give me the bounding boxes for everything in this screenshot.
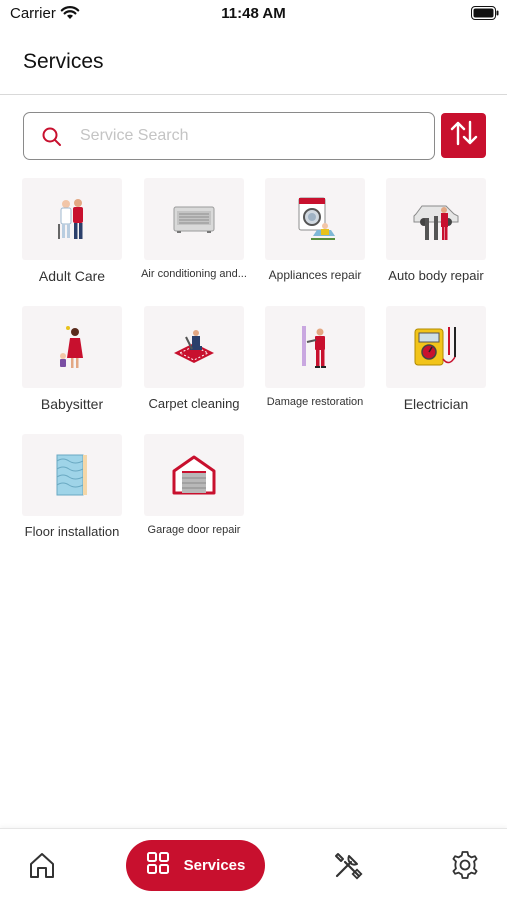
- service-tile-babysitter[interactable]: Babysitter: [22, 306, 122, 412]
- status-bar: Carrier 11:48 AM: [0, 0, 507, 30]
- car-repair-illustration: [386, 178, 486, 260]
- tab-home[interactable]: [26, 849, 58, 886]
- sort-button[interactable]: [441, 113, 486, 158]
- tools-icon: [333, 853, 363, 884]
- service-tile-auto-body-repair[interactable]: Auto body repair: [386, 178, 486, 283]
- service-tile-adult-care[interactable]: Adult Care: [22, 178, 122, 284]
- service-tile-appliances-repair[interactable]: Appliances repair: [265, 178, 365, 282]
- babysitter-illustration: [22, 306, 122, 388]
- search-input[interactable]: [80, 123, 420, 149]
- sort-arrows-icon: [449, 118, 479, 153]
- service-tile-floor-installation[interactable]: Floor installation: [22, 434, 122, 539]
- carpet-cleaning-illustration: [144, 306, 244, 388]
- service-label: Babysitter: [40, 396, 104, 412]
- service-label: Electrician: [403, 396, 469, 412]
- service-label: Auto body repair: [388, 268, 484, 283]
- tab-services-label: Services: [183, 857, 246, 874]
- service-label: Adult Care: [38, 268, 106, 284]
- service-label: Air conditioning and...: [141, 268, 247, 280]
- service-tile-carpet-cleaning[interactable]: Carpet cleaning: [144, 306, 244, 411]
- service-tile-damage-restoration[interactable]: Damage restoration: [265, 306, 365, 408]
- home-icon: [26, 853, 58, 885]
- tab-bar: Services: [0, 828, 507, 900]
- adult-care-illustration: [22, 178, 122, 260]
- service-tile-garage-door-repair[interactable]: Garage door repair: [144, 434, 244, 536]
- search-icon: [41, 126, 63, 153]
- nav-header: Services: [0, 30, 507, 95]
- air-conditioner-illustration: [144, 178, 244, 260]
- search-box[interactable]: [23, 112, 435, 160]
- service-label: Appliances repair: [268, 268, 362, 282]
- garage-illustration: [144, 434, 244, 516]
- page-title: Services: [23, 50, 104, 73]
- battery-icon: [471, 6, 499, 25]
- clock-label: 11:48 AM: [221, 5, 286, 22]
- gear-icon: [450, 851, 480, 884]
- washing-machine-illustration: [265, 178, 365, 260]
- service-label: Carpet cleaning: [148, 396, 240, 411]
- service-label: Damage restoration: [266, 396, 364, 408]
- service-tile-electrician[interactable]: Electrician: [386, 306, 486, 412]
- tab-settings[interactable]: [450, 850, 480, 885]
- multimeter-illustration: [386, 306, 486, 388]
- floor-tile-illustration: [22, 434, 122, 516]
- grid-icon: [146, 851, 170, 880]
- service-tile-air-conditioning[interactable]: Air conditioning and...: [141, 178, 247, 280]
- service-label: Floor installation: [24, 524, 120, 539]
- tab-services[interactable]: Services: [126, 840, 265, 891]
- service-label: Garage door repair: [147, 524, 241, 536]
- damage-restoration-illustration: [265, 306, 365, 388]
- tab-tools[interactable]: [333, 850, 363, 885]
